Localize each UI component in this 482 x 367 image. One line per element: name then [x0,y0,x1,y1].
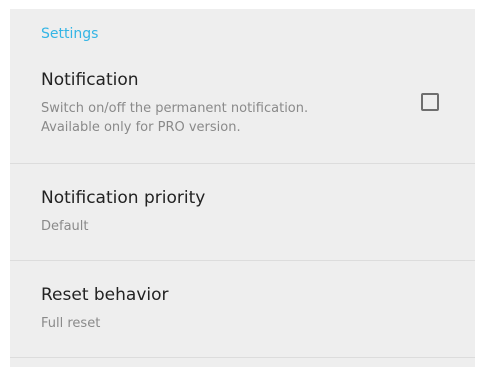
reset-behavior-preference[interactable]: Reset behavior Full reset [10,261,475,357]
reset-behavior-title: Reset behavior [41,285,169,305]
notification-summary-line-1: Switch on/off the permanent notification… [41,101,309,116]
reset-behavior-summary: Full reset [41,316,101,331]
settings-panel: Settings Notification Switch on/off the … [10,9,475,367]
notification-summary-line-2: Available only for PRO version. [41,120,241,135]
notification-priority-title: Notification priority [41,188,206,208]
settings-section-header: Settings [41,26,99,42]
notification-preference[interactable]: Notification Switch on/off the permanent… [10,59,475,163]
divider [10,357,475,358]
notification-title: Notification [41,70,139,90]
notification-priority-summary: Default [41,219,89,234]
notification-priority-preference[interactable]: Notification priority Default [10,164,475,260]
notification-checkbox[interactable] [421,93,439,111]
